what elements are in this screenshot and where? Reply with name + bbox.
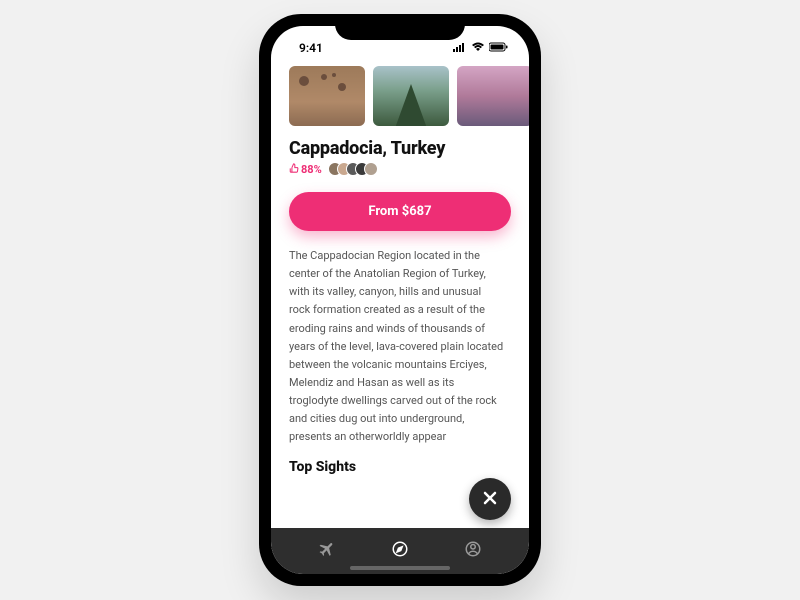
cellular-signal-icon xyxy=(453,41,467,55)
content-scroll-area[interactable]: Cappadocia, Turkey 88% xyxy=(271,60,529,528)
screen: 9:41 Cappadocia, Turkey xyxy=(271,26,529,574)
book-from-price-button[interactable]: From $687 xyxy=(289,192,511,231)
destination-header: Cappadocia, Turkey 88% xyxy=(271,134,529,178)
airplane-icon xyxy=(318,540,336,562)
status-time: 9:41 xyxy=(299,41,323,55)
wifi-icon xyxy=(471,41,485,55)
destination-description: The Cappadocian Region located in the ce… xyxy=(271,243,529,447)
rating-percent: 88% xyxy=(301,163,322,176)
gallery-photo[interactable] xyxy=(373,66,449,126)
rating-badge: 88% xyxy=(289,163,322,176)
avatar xyxy=(364,162,378,176)
device-notch xyxy=(335,14,465,40)
compass-icon xyxy=(391,540,409,562)
battery-icon xyxy=(489,41,509,55)
gallery-photo[interactable] xyxy=(457,66,529,126)
thumbs-up-icon xyxy=(289,163,299,176)
friend-avatars[interactable] xyxy=(328,162,378,176)
destination-title: Cappadocia, Turkey xyxy=(289,138,511,159)
close-icon xyxy=(483,489,497,510)
tab-explore[interactable] xyxy=(391,540,409,562)
rating-row: 88% xyxy=(289,162,511,176)
close-button[interactable] xyxy=(469,478,511,520)
tab-flights[interactable] xyxy=(318,540,336,562)
status-indicators xyxy=(453,41,509,55)
bottom-tab-bar xyxy=(271,528,529,574)
home-indicator[interactable] xyxy=(350,566,450,570)
photo-gallery[interactable] xyxy=(271,60,529,134)
user-icon xyxy=(464,540,482,562)
tab-profile[interactable] xyxy=(464,540,482,562)
top-sights-heading: Top Sights xyxy=(271,447,529,479)
phone-device-frame: 9:41 Cappadocia, Turkey xyxy=(259,14,541,586)
gallery-photo[interactable] xyxy=(289,66,365,126)
